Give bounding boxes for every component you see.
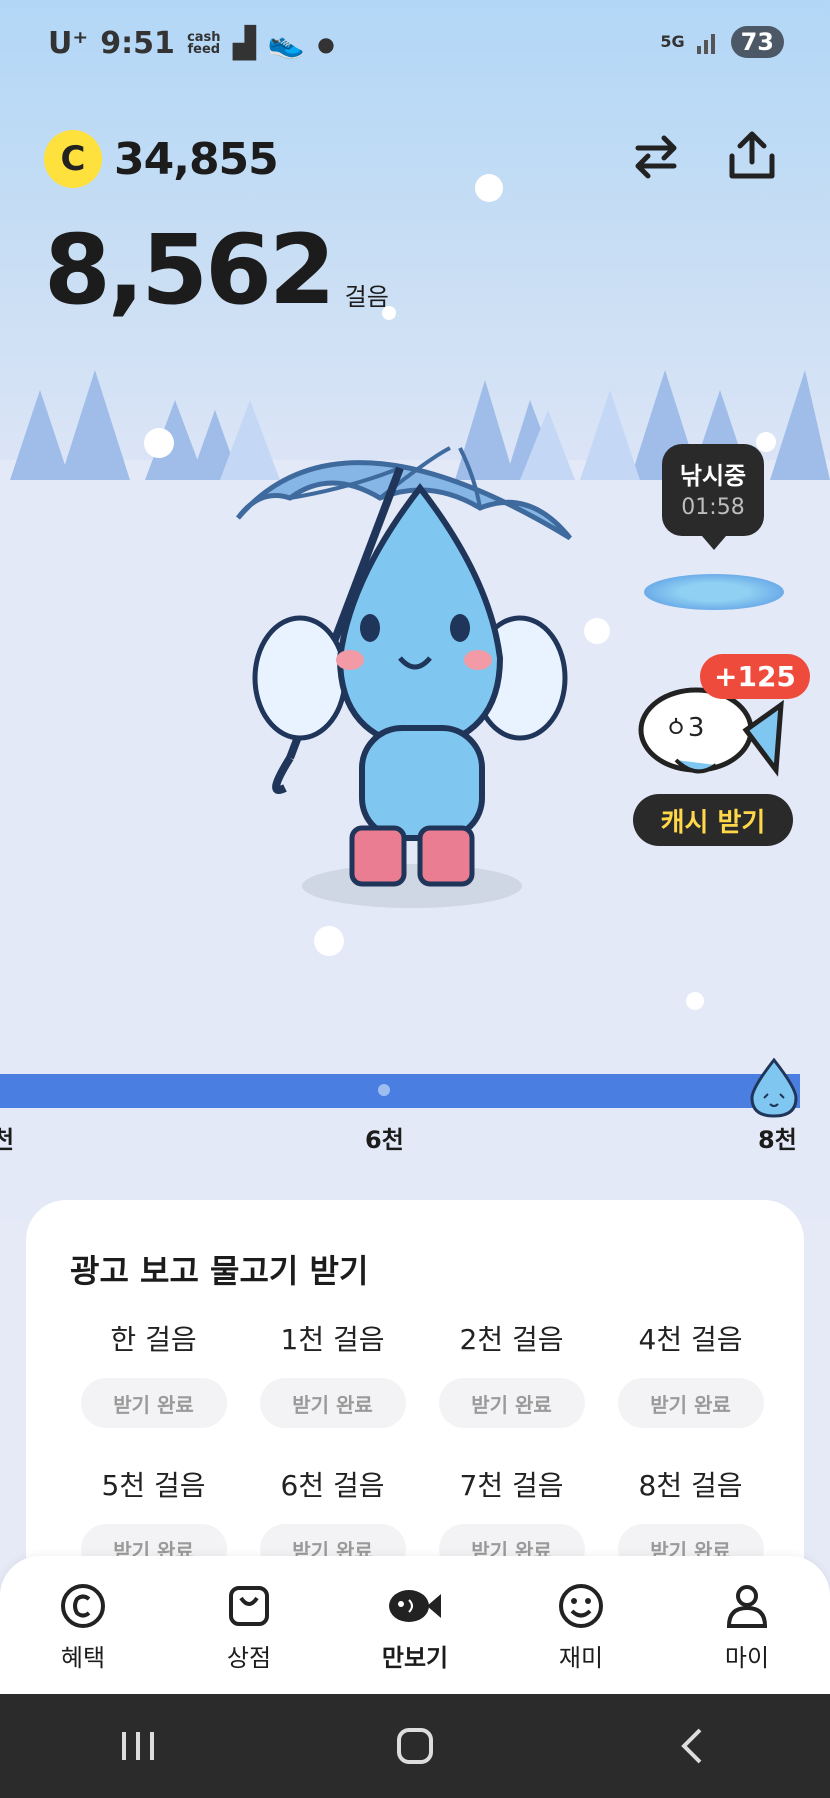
fishing-status-bubble: 낚시중 01:58: [662, 444, 764, 550]
claim-status-button[interactable]: 받기 완료: [438, 1378, 585, 1428]
card-title: 광고 보고 물고기 받기: [70, 1252, 369, 1290]
milestone-label: 1천 걸음: [280, 1323, 385, 1356]
tab-pedometer[interactable]: 만보기: [332, 1556, 498, 1694]
network-5g-icon: 5G: [660, 32, 685, 51]
coin-circle-icon: [61, 1584, 105, 1628]
share-icon[interactable]: [724, 128, 780, 184]
tab-label: 마이: [724, 1644, 770, 1672]
claim-status-button[interactable]: 받기 완료: [259, 1378, 406, 1428]
svg-text:ㆁ3: ㆁ3: [664, 713, 704, 743]
milestone-label: 한 걸음: [110, 1323, 197, 1356]
water-drop-character[interactable]: [230, 428, 610, 908]
milestone-label: 5천 걸음: [101, 1469, 206, 1502]
claim-cash-button[interactable]: 캐시 받기: [633, 794, 793, 846]
milestone-item: 한 걸음받기 완료: [64, 1318, 243, 1428]
status-bar: U⁺ 9:51 cash feed ▟ 👟 ● 5G 73: [0, 0, 830, 92]
step-count: 8,562: [44, 214, 336, 326]
back-icon[interactable]: [672, 1726, 712, 1766]
person-icon: [726, 1585, 768, 1628]
smile-icon: [559, 1584, 603, 1628]
reward-badge: +125: [700, 654, 810, 699]
cashfeed-notification-icon: cash feed: [187, 29, 221, 57]
milestone-grid: 한 걸음받기 완료 1천 걸음받기 완료 2천 걸음받기 완료 4천 걸음받기 …: [64, 1318, 780, 1574]
coin-icon: C: [44, 130, 102, 188]
progress-label-left: 천: [0, 1126, 15, 1154]
fishing-hole: [644, 574, 784, 610]
fish-icon: [389, 1590, 441, 1622]
home-icon[interactable]: [395, 1726, 435, 1766]
cash-amount: 34,855: [114, 133, 279, 185]
milestone-label: 6천 걸음: [280, 1469, 385, 1502]
milestone-label: 4천 걸음: [638, 1323, 743, 1356]
milestone-label: 2천 걸음: [459, 1323, 564, 1356]
signal-icon: [696, 34, 715, 54]
stairs-notification-icon: ▟: [232, 26, 256, 61]
claim-status-button[interactable]: 받기 완료: [80, 1378, 227, 1428]
fishing-status-label: 낚시중: [679, 462, 747, 490]
battery-indicator: 73: [730, 26, 784, 58]
carrier-label: U⁺: [48, 26, 89, 61]
milestone-item: 2천 걸음받기 완료: [422, 1318, 601, 1428]
step-unit: 걸음: [344, 283, 389, 311]
progress-milestone-dot: [378, 1084, 390, 1096]
progress-label-6k: 6천: [365, 1126, 404, 1154]
bottom-tab-bar: 혜택 상점 만보기 재미 마이: [0, 1556, 830, 1694]
tab-shop[interactable]: 상점: [166, 1556, 332, 1694]
claim-status-button[interactable]: 받기 완료: [617, 1378, 764, 1428]
tab-label: 재미: [558, 1644, 604, 1672]
tab-label: 만보기: [381, 1644, 449, 1672]
milestone-item: 1천 걸음받기 완료: [243, 1318, 422, 1428]
milestone-item: 4천 걸음받기 완료: [601, 1318, 780, 1428]
swap-arrows-icon[interactable]: [628, 128, 684, 184]
tab-my[interactable]: 마이: [664, 1556, 830, 1694]
system-navigation-bar: [0, 1694, 830, 1798]
tab-fun[interactable]: 재미: [498, 1556, 664, 1694]
milestone-label: 7천 걸음: [459, 1469, 564, 1502]
more-notifications-dot: ●: [317, 31, 335, 56]
shoe-notification-icon: 👟: [267, 26, 306, 61]
fishing-timer: 01:58: [681, 495, 745, 520]
tab-label: 상점: [226, 1644, 272, 1672]
cash-balance[interactable]: C 34,855: [44, 130, 279, 188]
progress-label-8k: 8천: [758, 1126, 797, 1154]
step-counter: 8,562 걸음: [44, 222, 389, 318]
tab-label: 혜택: [60, 1644, 106, 1672]
milestone-label: 8천 걸음: [638, 1469, 743, 1502]
recent-apps-icon[interactable]: [118, 1728, 158, 1764]
step-progress-bar: [0, 1074, 800, 1108]
tab-benefits[interactable]: 혜택: [0, 1556, 166, 1694]
water-drop-marker-icon: [750, 1058, 798, 1118]
clock: 9:51: [100, 26, 175, 61]
shopping-bag-icon: [229, 1586, 269, 1626]
